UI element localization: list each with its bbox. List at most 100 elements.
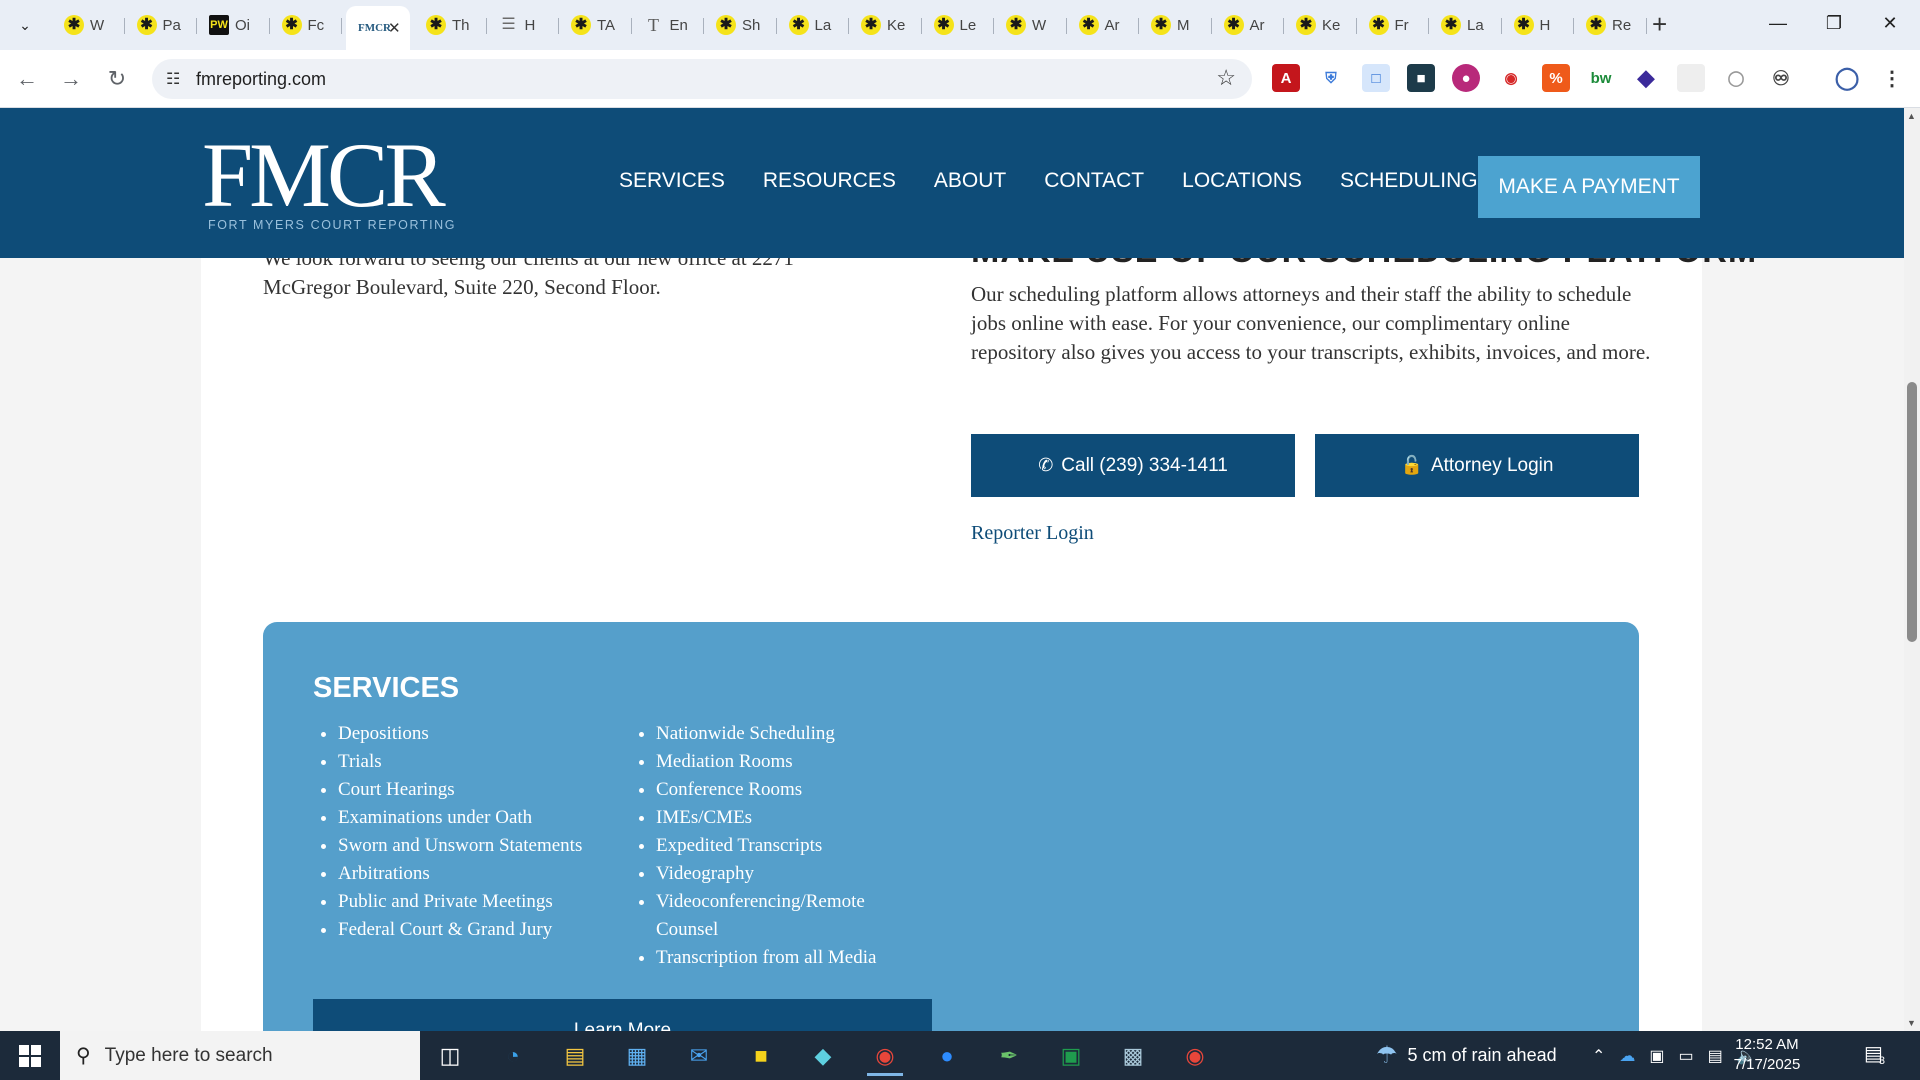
reload-icon[interactable]: ↻ [102, 64, 132, 94]
weather-text: 5 cm of rain ahead [1407, 1045, 1557, 1065]
file-explorer-icon[interactable]: ▤ [549, 1035, 601, 1076]
page-scrollbar[interactable]: ▲ ▼ [1904, 108, 1920, 1031]
mail-icon[interactable]: ✉ [673, 1035, 725, 1076]
scrollbar-thumb[interactable] [1907, 382, 1917, 642]
nav-scheduling[interactable]: SCHEDULING [1321, 156, 1497, 206]
store-icon[interactable]: ▦ [611, 1035, 663, 1076]
zoom-icon[interactable]: ● [921, 1035, 973, 1076]
tab[interactable]: ✱ La [1429, 6, 1502, 44]
asterisk-favicon-icon: ✱ [64, 15, 84, 35]
url-text[interactable]: fmreporting.com [196, 69, 326, 90]
chrome-icon[interactable]: ◉ [859, 1035, 911, 1076]
nav-contact[interactable]: CONTACT [1025, 156, 1163, 206]
show-hidden-icons-chevron-icon[interactable]: ⌃ [1592, 1046, 1605, 1066]
diamond-extension-icon[interactable]: ◆ [1632, 64, 1660, 92]
browser-toolbar: ← → ↻ ☷ fmreporting.com ☆ A ⛨ □ ■ ● ◉ % … [0, 50, 1920, 108]
call-button-label: Call (239) 334-1411 [1061, 454, 1228, 476]
tab[interactable]: ✱ W [52, 6, 125, 44]
task-view-icon[interactable]: ◫ [424, 1035, 476, 1076]
call-button[interactable]: ✆ Call (239) 334-1411 [971, 434, 1295, 497]
nav-about[interactable]: ABOUT [915, 156, 1025, 206]
tab[interactable]: PW Oi [197, 6, 270, 44]
edge-icon[interactable]: ◔ [487, 1035, 539, 1076]
tab[interactable]: ✱ TA [559, 6, 632, 44]
nav-services[interactable]: SERVICES [600, 156, 744, 206]
pen-app-icon[interactable]: ✒ [983, 1035, 1035, 1076]
address-bar[interactable]: ☷ fmreporting.com ☆ [152, 59, 1252, 99]
tab[interactable]: ✱ Sh [704, 6, 777, 44]
video-extension-icon[interactable]: ■ [1407, 64, 1435, 92]
tab[interactable]: T En [632, 6, 705, 44]
document-extension-icon[interactable]: □ [1362, 64, 1390, 92]
tab[interactable]: ✱ Pa [125, 6, 198, 44]
taskbar-search[interactable]: ⚲ Type here to search [60, 1031, 420, 1080]
tab[interactable]: ✱ Ar [1067, 6, 1140, 44]
battery-icon[interactable]: ▭ [1679, 1046, 1694, 1066]
windows-logo-icon [19, 1044, 41, 1067]
shield-extension-icon[interactable]: ⛨ [1317, 64, 1345, 92]
profile-avatar-icon[interactable]: ◯ [1833, 64, 1861, 92]
restore-icon[interactable]: ❐ [1814, 8, 1854, 38]
ball-extension-icon[interactable]: ◉ [1497, 64, 1525, 92]
nav-locations[interactable]: LOCATIONS [1163, 156, 1321, 206]
tab-search-chevron-icon[interactable]: ⌄ [8, 12, 42, 38]
forward-icon[interactable]: → [56, 64, 86, 94]
tab-close-icon[interactable]: ✕ [388, 19, 401, 37]
tab[interactable]: ✱ Ke [1284, 6, 1357, 44]
attorney-login-button[interactable]: 🔓 Attorney Login [1315, 434, 1639, 497]
network-icon[interactable]: ▤ [1708, 1046, 1723, 1066]
scroll-down-arrow-icon[interactable]: ▼ [1907, 1018, 1916, 1028]
asterisk-favicon-icon: ✱ [1513, 15, 1534, 35]
site-info-icon[interactable]: ☷ [166, 69, 180, 89]
start-button[interactable] [0, 1031, 60, 1080]
onedrive-cloud-icon[interactable]: ☁ [1619, 1046, 1635, 1066]
blank-extension-icon[interactable] [1677, 64, 1705, 92]
make-payment-button[interactable]: MAKE A PAYMENT [1478, 156, 1700, 218]
notebook-icon[interactable]: ▩ [1107, 1035, 1159, 1076]
chrome-profile-icon[interactable]: ◉ [1169, 1035, 1221, 1076]
tab[interactable]: ✱ Re [1574, 6, 1647, 44]
tab[interactable]: ✱ W [994, 6, 1067, 44]
tab-label: Ke [1322, 16, 1341, 34]
tab[interactable]: ☰ H [487, 6, 560, 44]
percent-extension-icon[interactable]: % [1542, 64, 1570, 92]
search-icon: ⚲ [76, 1045, 91, 1067]
extensions-puzzle-icon[interactable]: ♾ [1767, 64, 1795, 92]
logo-tagline: FORT MYERS COURT REPORTING [208, 218, 457, 232]
asterisk-favicon-icon: ✱ [861, 15, 881, 35]
bookmark-star-icon[interactable]: ☆ [1216, 65, 1236, 91]
tab[interactable]: ✱ Fr [1357, 6, 1430, 44]
minimize-icon[interactable]: — [1758, 8, 1798, 38]
learn-more-button[interactable]: Learn More [313, 999, 932, 1031]
tab[interactable]: ✱ Ar [1212, 6, 1285, 44]
close-window-icon[interactable]: ✕ [1870, 8, 1910, 38]
tab[interactable]: ✱ Th [414, 6, 487, 44]
excel-icon[interactable]: ▣ [1045, 1035, 1097, 1076]
reporter-login-link[interactable]: Reporter Login [971, 522, 1094, 545]
tab[interactable]: ✱ Ke [849, 6, 922, 44]
back-icon[interactable]: ← [12, 64, 42, 94]
nav-resources[interactable]: RESOURCES [744, 156, 915, 206]
tab[interactable]: ✱ Le [922, 6, 995, 44]
pdf-extension-icon[interactable]: A [1272, 64, 1300, 92]
app-diamond-icon[interactable]: ◆ [797, 1035, 849, 1076]
asterisk-favicon-icon: ✱ [1368, 15, 1389, 35]
service-item: Trials [338, 748, 638, 776]
tab[interactable]: ✱ H [1502, 6, 1575, 44]
scroll-up-arrow-icon[interactable]: ▲ [1907, 111, 1916, 121]
tab[interactable]: ✱ La [777, 6, 850, 44]
weather-widget[interactable]: ☂ 5 cm of rain ahead [1376, 1031, 1557, 1080]
tab[interactable]: ✱ M [1139, 6, 1212, 44]
security-icon[interactable]: ▣ [1649, 1046, 1664, 1066]
tab[interactable]: ✱ Fc [270, 6, 343, 44]
notification-center-icon[interactable]: ▤3 [1864, 1041, 1889, 1067]
compass-extension-icon[interactable]: ◯ [1722, 64, 1750, 92]
tab-active[interactable]: FMCR ✕ [346, 6, 410, 50]
menu-kebab-icon[interactable]: ⋮ [1878, 64, 1906, 92]
fmcr-logo[interactable]: FMCR FORT MYERS COURT REPORTING [202, 129, 492, 240]
sticky-notes-icon[interactable]: ■ [735, 1035, 787, 1076]
bw-extension-icon[interactable]: bw [1587, 64, 1615, 92]
new-tab-button[interactable]: + [1652, 10, 1667, 38]
circle-extension-icon[interactable]: ● [1452, 64, 1480, 92]
clock[interactable]: 12:52 AM 7/17/2025 [1722, 1035, 1812, 1075]
